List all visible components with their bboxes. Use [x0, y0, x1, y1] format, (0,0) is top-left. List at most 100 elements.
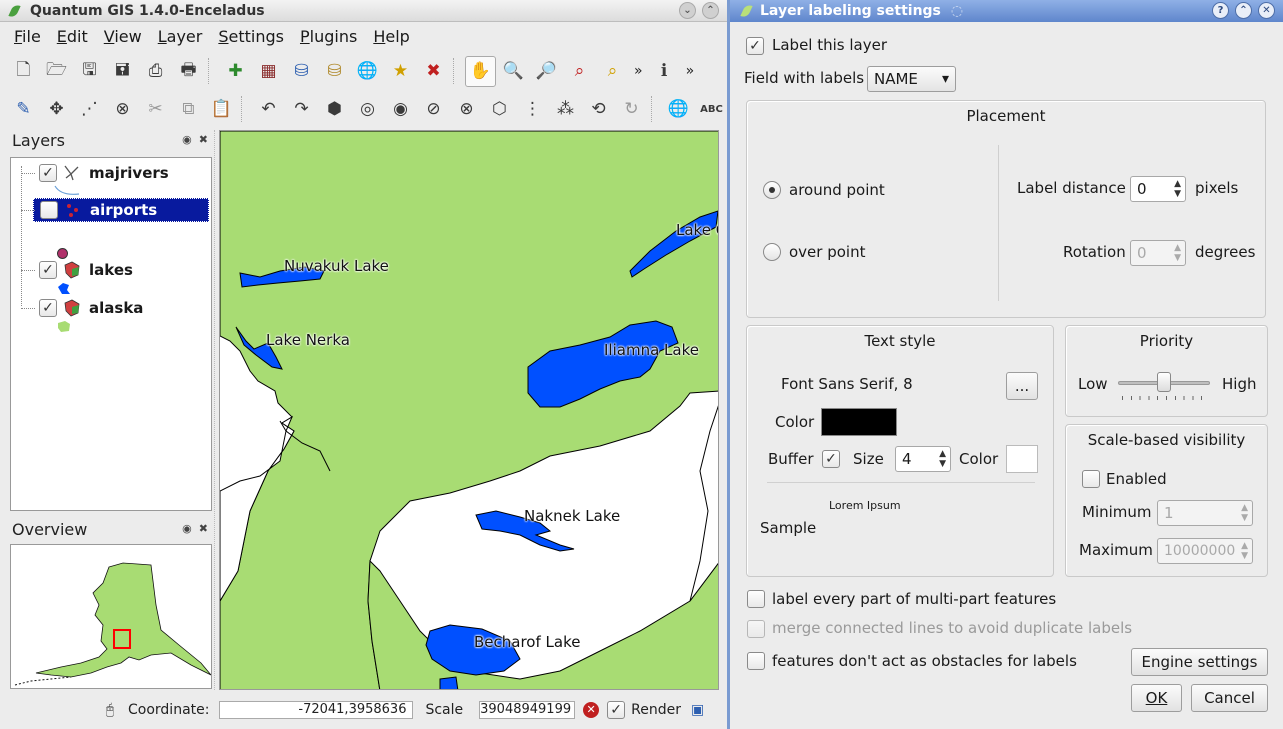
menu-view[interactable]: View	[96, 27, 150, 46]
zoom-in-icon[interactable]: 🔍	[498, 56, 529, 87]
toolbar-overflow-icon[interactable]: »	[686, 63, 695, 79]
rotate-point-icon[interactable]: ↻	[616, 94, 647, 125]
add-wms-layer-icon[interactable]: 🌐	[352, 56, 383, 87]
paste-features-icon[interactable]: 📋	[206, 94, 237, 125]
add-spatialite-layer-icon[interactable]: ⛁	[319, 56, 350, 87]
save-as-icon[interactable]: 🖬	[107, 56, 138, 87]
buffer-checkbox[interactable]	[822, 450, 840, 468]
menu-layer[interactable]: Layer	[150, 27, 211, 46]
simplify-feature-icon[interactable]: ⬢	[319, 94, 350, 125]
layer-row-alaska[interactable]: alaska	[11, 296, 209, 320]
maximize-button[interactable]: ⌃	[1235, 2, 1252, 19]
layer-row-lakes[interactable]: lakes	[11, 258, 209, 282]
menu-file[interactable]: File	[6, 27, 49, 46]
save-project-icon[interactable]: 🖫	[74, 56, 105, 87]
split-features-icon[interactable]: ⋮	[517, 94, 548, 125]
scale-enabled-checkbox[interactable]	[1082, 470, 1100, 488]
node-tool-icon[interactable]: ⋰	[74, 94, 105, 125]
print-composer-icon[interactable]: ⎙	[140, 56, 171, 87]
label-distance-spinbox[interactable]: 0 ▲ ▼	[1130, 176, 1186, 202]
print-icon[interactable]: 🖶	[173, 56, 204, 87]
layer-row-airports[interactable]: airports	[33, 198, 209, 222]
choose-font-button[interactable]: ...	[1006, 372, 1038, 400]
add-vector-layer-icon[interactable]: ✚	[220, 56, 251, 87]
overview-map[interactable]	[10, 544, 212, 689]
merge-lines-checkbox[interactable]	[747, 620, 765, 638]
labeling-icon[interactable]: ABC	[696, 94, 727, 125]
copy-features-icon[interactable]: ⧉	[173, 94, 204, 125]
map-tips-icon[interactable]: 🌐	[663, 94, 694, 125]
spin-arrows-icon[interactable]: ▲ ▼	[1241, 503, 1248, 523]
move-feature-icon[interactable]: ✥	[41, 94, 72, 125]
menu-help[interactable]: Help	[365, 27, 417, 46]
coordinate-field[interactable]: -72041,3958636	[219, 701, 414, 719]
spin-arrows-icon[interactable]: ▲ ▼	[1174, 243, 1181, 263]
stop-render-icon[interactable]: ✕	[583, 702, 600, 718]
buffer-color-swatch[interactable]	[1006, 445, 1038, 473]
add-ring-icon[interactable]: ◎	[352, 94, 383, 125]
undo-icon[interactable]: ↶	[253, 94, 284, 125]
layer-visibility-checkbox[interactable]	[40, 201, 58, 219]
projection-icon[interactable]: ▣	[691, 702, 704, 718]
map-canvas[interactable]: Nuvakuk Lake Lake Nerka Lake C Iliamna L…	[219, 130, 719, 690]
priority-slider-handle[interactable]	[1157, 372, 1171, 392]
no-obstacles-checkbox[interactable]	[747, 652, 765, 670]
new-project-icon[interactable]: 🗋	[8, 56, 39, 87]
field-select[interactable]: NAME	[867, 66, 956, 92]
pan-icon[interactable]: ✋	[465, 55, 496, 87]
around-point-radio[interactable]	[763, 181, 781, 199]
delete-part-icon[interactable]: ⊗	[451, 94, 482, 125]
render-checkbox[interactable]	[607, 701, 626, 719]
cancel-button[interactable]: Cancel	[1191, 684, 1268, 712]
zoom-full-icon[interactable]: ⌕	[564, 56, 595, 87]
minimum-scale-spinbox[interactable]: 1 ▲ ▼	[1157, 500, 1253, 526]
maximize-button[interactable]: ⌃	[702, 2, 719, 19]
toolbar-overflow-icon[interactable]: »	[634, 63, 643, 79]
cut-features-icon[interactable]: ✂	[140, 94, 171, 125]
layer-row-majrivers[interactable]: majrivers	[11, 161, 209, 185]
add-raster-layer-icon[interactable]: ▦	[253, 56, 284, 87]
open-project-icon[interactable]: 🗁	[41, 56, 72, 87]
add-island-icon[interactable]: ◉	[385, 94, 416, 125]
ok-button[interactable]: OK	[1131, 684, 1182, 712]
close-panel-icon[interactable]: ✖	[199, 133, 208, 146]
help-button[interactable]: ?	[1212, 2, 1229, 19]
toggle-editing-icon[interactable]: ✎	[8, 94, 39, 125]
delete-selected-icon[interactable]: ⊗	[107, 94, 138, 125]
spin-arrows-icon[interactable]: ▲ ▼	[1174, 179, 1181, 199]
text-color-swatch[interactable]	[821, 408, 897, 436]
layer-visibility-checkbox[interactable]	[39, 164, 57, 182]
maximum-scale-spinbox[interactable]: 10000000 ▲ ▼	[1157, 538, 1253, 564]
redo-icon[interactable]: ↷	[286, 94, 317, 125]
label-every-part-checkbox[interactable]	[747, 590, 765, 608]
add-postgis-layer-icon[interactable]: ⛁	[286, 56, 317, 87]
spin-arrows-icon[interactable]: ▲ ▼	[1241, 541, 1248, 561]
menu-plugins[interactable]: Plugins	[292, 27, 365, 46]
label-this-layer-checkbox[interactable]	[746, 37, 764, 55]
spin-arrows-icon[interactable]: ▲ ▼	[939, 449, 946, 469]
layer-visibility-checkbox[interactable]	[39, 299, 57, 317]
minimize-button[interactable]: ⌄	[679, 2, 696, 19]
zoom-out-icon[interactable]: 🔎	[531, 56, 562, 87]
float-panel-icon[interactable]: ◉	[182, 522, 192, 535]
over-point-radio[interactable]	[763, 243, 781, 261]
menu-settings[interactable]: Settings	[210, 27, 292, 46]
close-button[interactable]: ✕	[1258, 2, 1275, 19]
delete-ring-icon[interactable]: ⊘	[418, 94, 449, 125]
scale-field[interactable]: 39048949199	[479, 701, 576, 719]
zoom-selection-icon[interactable]: ⌕	[597, 56, 628, 87]
float-panel-icon[interactable]: ◉	[182, 133, 192, 146]
engine-settings-button[interactable]: Engine settings	[1131, 648, 1268, 676]
identify-icon[interactable]: ℹ	[649, 56, 680, 87]
menu-edit[interactable]: Edit	[49, 27, 96, 46]
merge-features-icon[interactable]: ⁂	[550, 94, 581, 125]
reshape-features-icon[interactable]: ⬡	[484, 94, 515, 125]
layer-visibility-checkbox[interactable]	[39, 261, 57, 279]
remove-layer-icon[interactable]: ✖	[418, 56, 449, 87]
close-panel-icon[interactable]: ✖	[199, 522, 208, 535]
rotation-spinbox[interactable]: 0 ▲ ▼	[1130, 240, 1186, 266]
buffer-size-spinbox[interactable]: 4 ▲ ▼	[895, 446, 951, 472]
panel-splitter[interactable]	[214, 130, 218, 690]
new-vector-layer-icon[interactable]: ★	[385, 56, 416, 87]
rotate-symbols-icon[interactable]: ⟲	[583, 94, 614, 125]
